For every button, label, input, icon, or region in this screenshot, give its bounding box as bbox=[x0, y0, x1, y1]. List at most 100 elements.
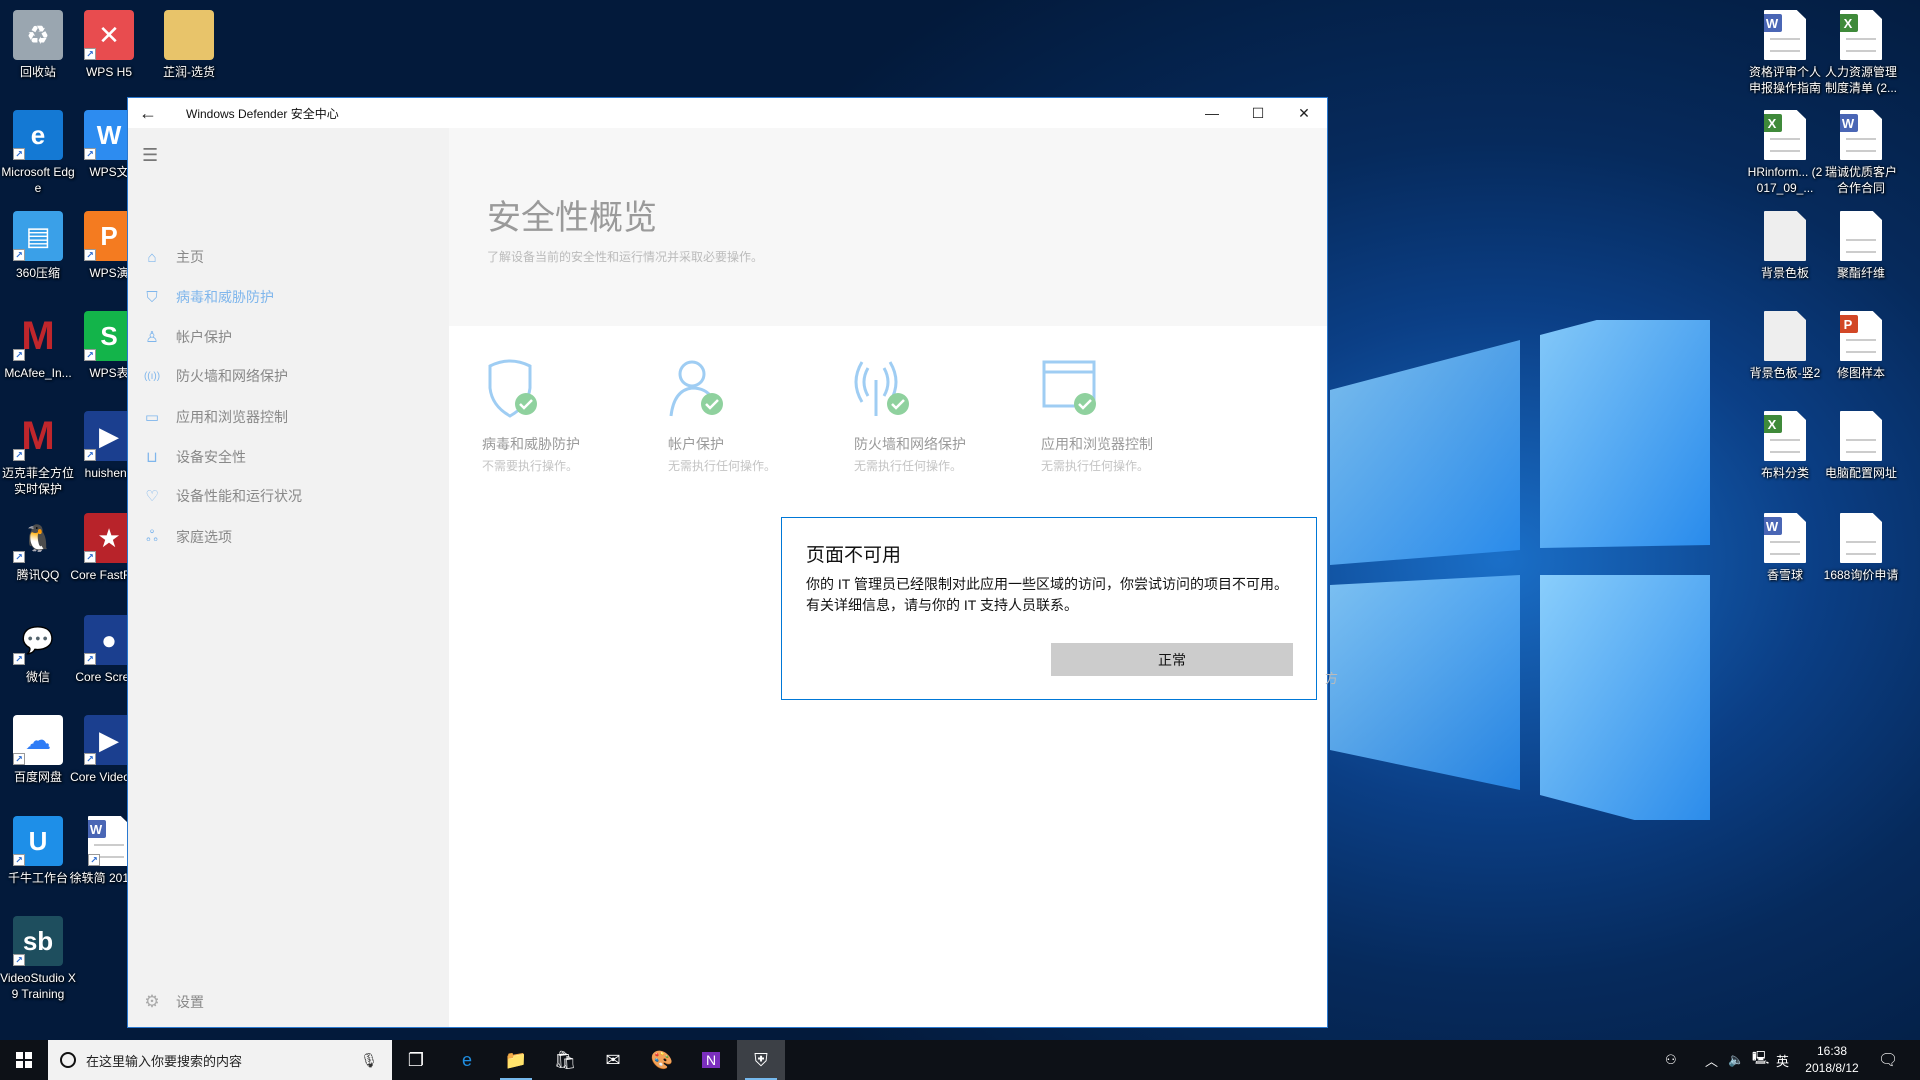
desktop-icon[interactable]: 背景色板-竖2 bbox=[1745, 311, 1825, 381]
maximize-button[interactable]: ☐ bbox=[1235, 98, 1281, 128]
desktop-icon[interactable]: sb ↗ VideoStudio X9 Training bbox=[0, 916, 78, 1002]
time: 16:38 bbox=[1816, 1044, 1848, 1058]
taskbar-app[interactable]: N bbox=[687, 1040, 735, 1080]
desktop-icon[interactable]: 背景色板 bbox=[1745, 211, 1825, 281]
taskbar-app[interactable]: ✉ bbox=[589, 1040, 637, 1080]
desktop-icon[interactable]: W 资格评审个人申报操作指南 bbox=[1745, 10, 1825, 96]
shortcut-arrow-icon: ↗ bbox=[88, 854, 100, 866]
card-status: 无需执行任何操作。 bbox=[1041, 459, 1150, 473]
desktop-icon[interactable]: 🐧 ↗ 腾讯QQ bbox=[0, 513, 78, 583]
document-lines bbox=[1846, 138, 1876, 152]
word-doc-icon: W ↗ bbox=[88, 816, 130, 866]
sidebar-item-settings[interactable]: ⚙ 设置 bbox=[128, 985, 449, 1019]
desktop-icon[interactable]: 1688询价申请 bbox=[1821, 513, 1901, 583]
close-button[interactable]: ✕ bbox=[1281, 98, 1327, 128]
desktop-icon-label: HRinform... (2017_09_... bbox=[1747, 165, 1823, 195]
shortcut-arrow-icon: ↗ bbox=[84, 349, 96, 361]
start-button[interactable] bbox=[0, 1040, 48, 1080]
desktop-icon-label: 千牛工作台 bbox=[7, 871, 68, 885]
desktop-icon[interactable]: M ↗ McAfee_In... bbox=[0, 311, 78, 381]
microphone-icon[interactable]: 🎙 bbox=[360, 1052, 378, 1069]
desktop-icon[interactable]: ☁ ↗ 百度网盘 bbox=[0, 715, 78, 785]
file-type-badge-icon: P bbox=[1840, 315, 1858, 333]
person-check-icon bbox=[669, 360, 723, 417]
desktop-icon[interactable]: ▤ ↗ 360压缩 bbox=[0, 211, 78, 281]
desktop-icon[interactable]: 芷润-选货 bbox=[149, 10, 229, 80]
document-lines bbox=[1770, 439, 1800, 453]
taskbar-app[interactable]: 📁 bbox=[492, 1040, 540, 1080]
taskbar-app[interactable]: ⛨ bbox=[737, 1040, 785, 1080]
desktop-icon[interactable]: X 布料分类 bbox=[1745, 411, 1825, 481]
desktop-icon-label: 香雪球 bbox=[1766, 568, 1803, 582]
onenote-icon: N bbox=[701, 1052, 721, 1068]
desktop-icon[interactable]: U ↗ 千牛工作台 bbox=[0, 816, 78, 886]
desktop-icon-label: 芷润-选货 bbox=[163, 65, 215, 79]
desktop-icon[interactable]: ✕ ↗ WPS H5 bbox=[69, 10, 149, 80]
card-title: 应用和浏览器控制 bbox=[1041, 436, 1153, 452]
shortcut-arrow-icon: ↗ bbox=[84, 653, 96, 665]
clock[interactable]: 16:38 2018/8/12 bbox=[1800, 1043, 1864, 1077]
sidebar-item[interactable]: ((ı)) 防火墙和网络保护 bbox=[128, 359, 449, 393]
taskbar-app[interactable]: ❐ bbox=[392, 1040, 440, 1080]
status-card[interactable]: 帐户保护 无需执行任何操作。 bbox=[668, 358, 848, 474]
excel-doc-icon: X bbox=[1764, 411, 1806, 461]
dialog-title: 页面不可用 bbox=[806, 545, 902, 566]
desktop-icon[interactable]: P 修图样本 bbox=[1821, 311, 1901, 381]
document-lines bbox=[1846, 38, 1876, 52]
desktop-icon[interactable]: 电脑配置网址 bbox=[1821, 411, 1901, 481]
taskbar-app[interactable]: 🛍 bbox=[541, 1040, 589, 1080]
network-icon[interactable]: 🖳 bbox=[1752, 1040, 1769, 1080]
sidebar-item[interactable]: ♙ 帐户保护 bbox=[128, 320, 449, 354]
main-content: 安全性概览 了解设备当前的安全性和运行情况并采取必要操作。 病毒和威胁防护 不需要… bbox=[449, 128, 1338, 1027]
ok-button[interactable]: 正常 bbox=[1051, 643, 1293, 676]
shortcut-arrow-icon: ↗ bbox=[84, 249, 96, 261]
sidebar-item[interactable]: ⊔ 设备安全性 bbox=[128, 440, 449, 474]
sidebar-item[interactable]: ▭ 应用和浏览器控制 bbox=[128, 400, 449, 434]
desktop-icon[interactable]: W 香雪球 bbox=[1745, 513, 1825, 583]
windows-defender-window: ← Windows Defender 安全中心 — ☐ ✕ ☰ ⌂ 主页 ⛉ 病毒和威… bbox=[127, 97, 1338, 1028]
desktop-icon[interactable]: X HRinform... (2017_09_... bbox=[1745, 110, 1825, 196]
taskbar-app[interactable]: 🎨 bbox=[638, 1040, 686, 1080]
hamburger-menu-icon[interactable]: ☰ bbox=[142, 145, 158, 166]
recycle-bin-icon: ♻ bbox=[13, 10, 63, 60]
wechat-icon: 💬 ↗ bbox=[13, 615, 63, 665]
volume-icon[interactable]: 🔈 bbox=[1728, 1040, 1744, 1080]
people-icon[interactable]: ⚇ bbox=[1665, 1040, 1677, 1080]
document-lines bbox=[1846, 239, 1876, 253]
desktop-icon-label: 资格评审个人申报操作指南 bbox=[1748, 65, 1821, 95]
card-status: 无需执行任何操作。 bbox=[668, 459, 777, 473]
mcafee-icon: M ↗ bbox=[13, 411, 63, 461]
back-button[interactable]: ← bbox=[128, 103, 168, 124]
videostudio-training-icon: sb ↗ bbox=[13, 916, 63, 966]
desktop-icon[interactable]: M ↗ 迈克菲全方位实时保护 bbox=[0, 411, 78, 497]
status-card[interactable]: 防火墙和网络保护 无需执行任何操作。 bbox=[854, 358, 1034, 474]
sidebar-item[interactable]: ⌂ 主页 bbox=[128, 240, 449, 274]
sidebar-item[interactable]: ⛉ 病毒和威胁防护 bbox=[128, 280, 449, 314]
qq-icon: 🐧 ↗ bbox=[13, 513, 63, 563]
status-card[interactable]: 应用和浏览器控制 无需执行任何操作。 bbox=[1041, 358, 1221, 474]
document-lines bbox=[1846, 339, 1876, 353]
sidebar-item[interactable]: ♡ 设备性能和运行状况 bbox=[128, 479, 449, 513]
file-explorer-icon: 📁 bbox=[504, 1049, 528, 1070]
home-icon: ⌂ bbox=[147, 248, 157, 266]
status-card[interactable]: 病毒和威胁防护 不需要执行操作。 bbox=[482, 358, 662, 474]
desktop-icon[interactable]: W 瑞诚优质客户合作合同 bbox=[1821, 110, 1901, 196]
document-lines bbox=[1770, 38, 1800, 52]
ime-indicator[interactable]: 英 bbox=[1776, 1040, 1789, 1080]
action-center-icon[interactable]: 🗨 bbox=[1878, 1040, 1898, 1080]
desktop-icon[interactable]: 聚酯纤维 bbox=[1821, 211, 1901, 281]
desktop-icon[interactable]: e ↗ Microsoft Edge bbox=[0, 110, 78, 196]
taskbar-app[interactable]: e bbox=[443, 1040, 491, 1080]
sidebar-item-label: 防火墙和网络保护 bbox=[176, 368, 288, 384]
minimize-button[interactable]: — bbox=[1189, 98, 1235, 128]
browser-check-icon bbox=[1042, 360, 1096, 415]
wireless-icon: ((ı)) bbox=[143, 370, 161, 382]
desktop-icon[interactable]: 💬 ↗ 微信 bbox=[0, 615, 78, 685]
search-box[interactable]: 在这里输入你要搜索的内容 🎙 bbox=[48, 1040, 392, 1080]
show-hidden-icons-chevron-icon[interactable]: ︿ bbox=[1705, 1040, 1718, 1080]
desktop-icon[interactable]: ♻ 回收站 bbox=[0, 10, 78, 80]
desktop-icon[interactable]: X 人力资源管理制度清单 (2... bbox=[1821, 10, 1901, 96]
wireless-check-icon bbox=[854, 361, 909, 416]
sidebar-item-label: 设备安全性 bbox=[176, 449, 246, 465]
sidebar-item[interactable]: ஃ 家庭选项 bbox=[128, 520, 449, 554]
